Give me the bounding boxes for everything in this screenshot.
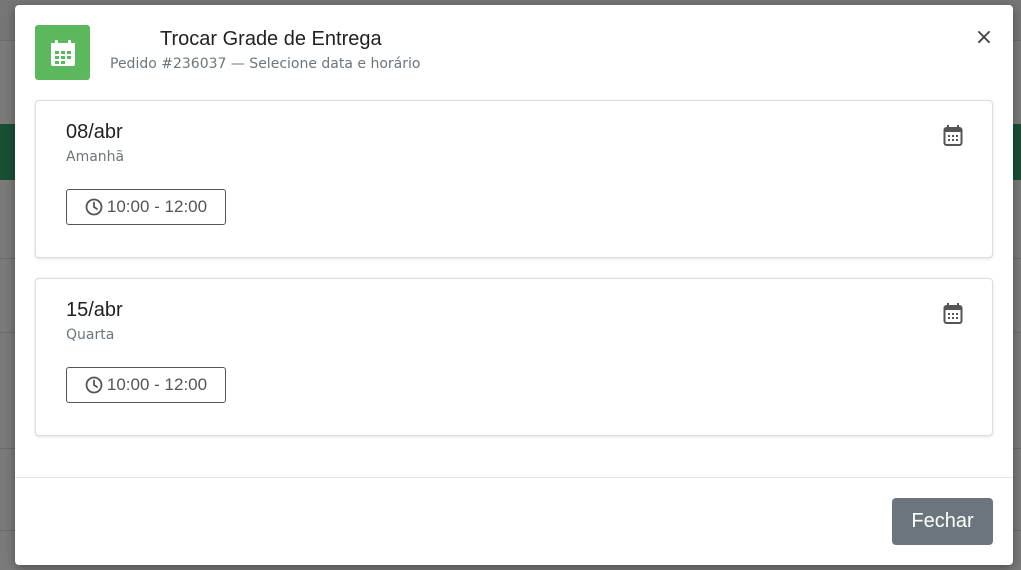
footer-divider	[15, 477, 1013, 478]
calendar-icon	[943, 125, 963, 147]
delivery-date: 15/abr	[66, 299, 123, 321]
delivery-schedule-modal: Trocar Grade de Entrega Pedido #236037 —…	[15, 5, 1013, 565]
clock-icon	[85, 198, 103, 216]
time-slot-label: 10:00 - 12:00	[106, 197, 208, 216]
delivery-date-card: 15/abr Quarta 10:00 - 12:00	[35, 278, 993, 436]
close-button[interactable]: Fechar	[892, 498, 993, 545]
close-icon[interactable]: ×	[973, 27, 995, 49]
modal-header: Trocar Grade de Entrega Pedido #236037 —…	[15, 5, 1013, 100]
time-slot-label: 10:00 - 12:00	[106, 375, 208, 394]
time-slot-button[interactable]: 10:00 - 12:00	[66, 189, 226, 225]
modal-title: Trocar Grade de Entrega	[160, 28, 382, 50]
delivery-weekday: Quarta	[66, 327, 115, 343]
calendar-icon	[35, 25, 90, 80]
calendar-icon	[943, 303, 963, 325]
delivery-date-card: 08/abr Amanhã 10:00 - 12:00	[35, 100, 993, 258]
delivery-weekday: Amanhã	[66, 149, 125, 165]
delivery-date: 08/abr	[66, 121, 123, 143]
time-slot-button[interactable]: 10:00 - 12:00	[66, 367, 226, 403]
clock-icon	[85, 376, 103, 394]
modal-subtitle: Pedido #236037 — Selecione data e horári…	[110, 56, 421, 72]
